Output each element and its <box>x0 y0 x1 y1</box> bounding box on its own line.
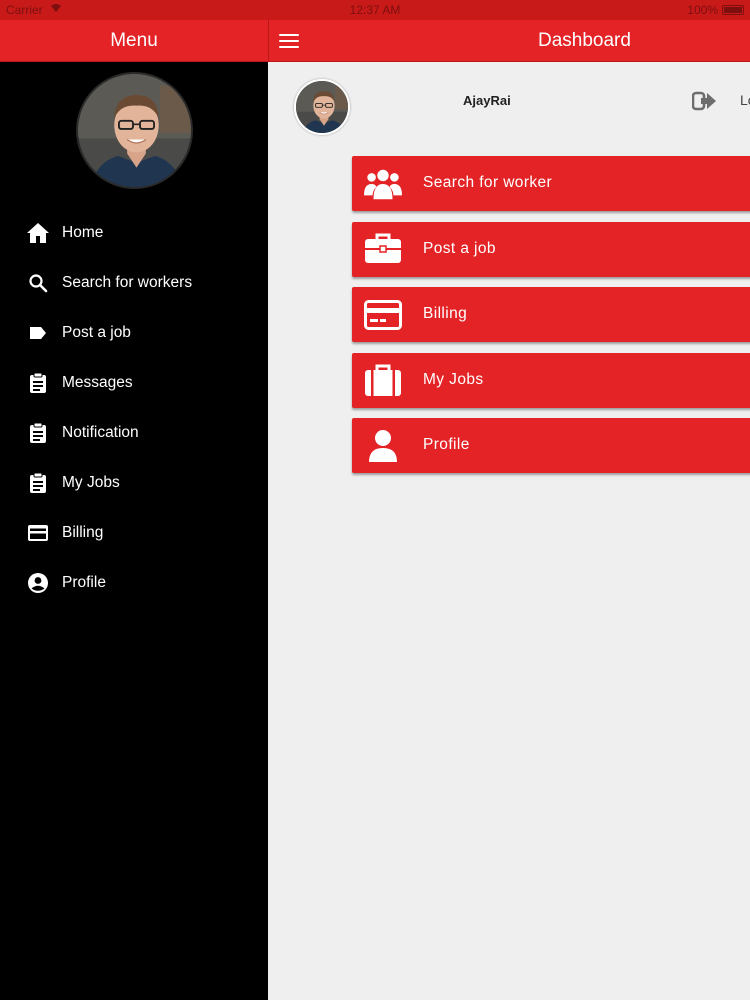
sidebar-item-label: Messages <box>62 374 133 391</box>
dashboard-button-label: Post a job <box>423 239 496 257</box>
sidebar-item-search-workers[interactable]: Search for workers <box>0 258 268 308</box>
sidebar-item-label: Post a job <box>62 324 131 341</box>
side-menu: Menu Home Search for workers Post a job <box>0 20 268 1000</box>
dashboard-button-label: Profile <box>423 436 470 453</box>
page-title: Dashboard <box>538 30 631 51</box>
sidebar-item-notification[interactable]: Notification <box>0 408 268 458</box>
clipboard-icon <box>23 370 53 396</box>
avatar-photo <box>296 81 350 135</box>
status-time: 12:37 AM <box>349 3 401 17</box>
main-header: Dashboard <box>268 20 750 62</box>
sidebar-avatar[interactable] <box>76 72 193 189</box>
battery-icon <box>722 5 744 15</box>
side-menu-title: Menu <box>110 29 158 51</box>
sidebar-item-messages[interactable]: Messages <box>0 358 268 408</box>
sidebar-item-post-job[interactable]: Post a job <box>0 308 268 358</box>
clipboard-icon <box>23 420 53 446</box>
user-avatar[interactable] <box>294 79 350 135</box>
sidebar-item-label: My Jobs <box>62 474 120 491</box>
credit-card-icon <box>23 520 53 546</box>
tag-icon <box>23 320 53 346</box>
my-jobs-button[interactable]: My Jobs <box>352 352 750 408</box>
sidebar-item-label: Profile <box>62 574 106 591</box>
sidebar-item-profile[interactable]: Profile <box>0 558 268 608</box>
users-group-icon <box>364 165 402 202</box>
post-job-button[interactable]: Post a job <box>352 221 750 277</box>
dashboard-button-label: Billing <box>423 305 468 322</box>
dashboard-actions: Search for worker Post a job Billing My … <box>352 156 750 484</box>
search-icon <box>23 270 53 296</box>
sidebar-item-billing[interactable]: Billing <box>0 508 268 558</box>
avatar-photo <box>78 74 193 189</box>
battery-percent: 100% <box>687 3 718 17</box>
billing-button[interactable]: Billing <box>352 287 750 342</box>
sidebar-item-label: Search for workers <box>62 274 193 291</box>
logout-label[interactable]: Lo <box>740 92 750 108</box>
user-icon <box>364 427 402 464</box>
search-worker-button[interactable]: Search for worker <box>352 156 750 211</box>
briefcase-icon <box>364 231 402 268</box>
user-name: AjayRai <box>463 93 511 108</box>
credit-card-icon <box>364 296 402 333</box>
side-menu-header: Menu <box>0 20 268 62</box>
status-bar: Carrier 12:37 AM 100% <box>0 0 750 20</box>
dashboard-button-label: My Jobs <box>423 370 484 388</box>
account-circle-icon <box>23 570 53 596</box>
dashboard-button-label: Search for worker <box>423 174 553 191</box>
main-content: Dashboard AjayRai Lo Search for worker P… <box>268 20 750 1000</box>
profile-button[interactable]: Profile <box>352 418 750 473</box>
side-menu-list: Home Search for workers Post a job Messa… <box>0 208 268 608</box>
sidebar-item-home[interactable]: Home <box>0 208 268 258</box>
sidebar-item-label: Billing <box>62 524 104 541</box>
clipboard-icon <box>23 470 53 496</box>
logout-icon[interactable] <box>691 90 718 112</box>
suitcase-icon <box>364 362 402 399</box>
home-icon <box>23 220 53 246</box>
sidebar-item-label: Notification <box>62 424 139 441</box>
sidebar-item-my-jobs[interactable]: My Jobs <box>0 458 268 508</box>
sidebar-item-label: Home <box>62 224 104 241</box>
